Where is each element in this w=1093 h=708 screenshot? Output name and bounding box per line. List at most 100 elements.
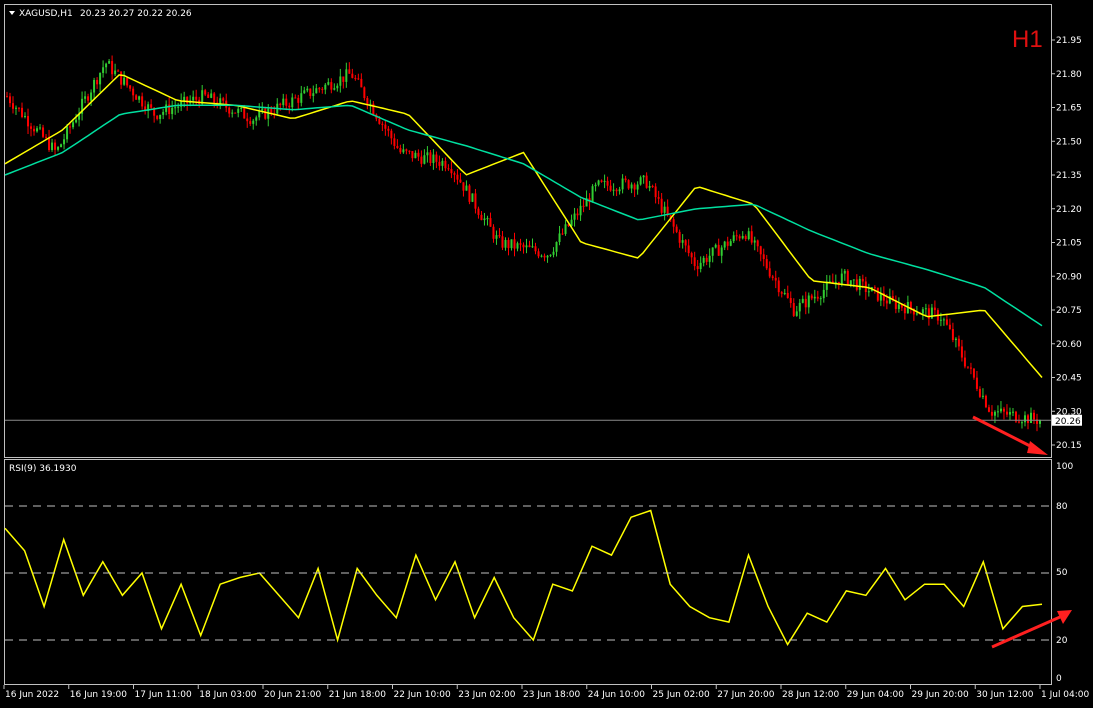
candle-body — [207, 94, 210, 98]
candle-body — [342, 76, 345, 82]
candle-body — [15, 107, 18, 109]
candle-body — [156, 115, 159, 119]
candle-body — [150, 104, 153, 108]
candle-body — [381, 123, 384, 125]
candle-body — [60, 144, 63, 148]
candle-body — [12, 103, 15, 109]
candle-body — [39, 127, 42, 129]
candle-body — [741, 236, 744, 239]
candle-body — [306, 88, 309, 91]
candle-body — [414, 152, 417, 159]
candle-body — [675, 226, 678, 232]
candle-body — [993, 411, 996, 416]
candle-body — [819, 298, 822, 300]
candle-body — [6, 96, 8, 98]
time-tick-label: 23 Jun 18:00 — [523, 690, 580, 700]
candle-body — [108, 61, 111, 64]
price-tick-label: 21.05 — [1056, 239, 1082, 249]
candle-body — [696, 266, 699, 270]
candle-body — [576, 213, 579, 216]
candle-body — [336, 85, 339, 89]
candle-body — [390, 130, 393, 139]
candle-body — [66, 126, 69, 140]
trading-chart[interactable]: 21.95 21.80 21.65 21.50 21.35 21.20 21.05 20.90… — [0, 0, 1093, 708]
candle-body — [744, 236, 747, 240]
candle-body — [1039, 420, 1041, 424]
rsi-tick-label: 80 — [1056, 502, 1068, 512]
candle-body — [477, 208, 480, 215]
candle-body — [933, 307, 936, 311]
candle-body — [21, 107, 24, 117]
candle-body — [1023, 415, 1026, 423]
candle-body — [204, 90, 207, 95]
candle-body — [903, 307, 906, 314]
price-panel[interactable] — [4, 4, 1052, 458]
candle-body — [240, 107, 243, 109]
candle-body — [960, 346, 963, 358]
candle-body — [228, 107, 231, 114]
candle-body — [873, 287, 876, 289]
candle-body — [597, 180, 600, 185]
candle-body — [93, 79, 96, 93]
candle-body — [210, 93, 213, 98]
candle-body — [183, 96, 186, 101]
time-tick-label: 17 Jun 11:00 — [135, 690, 192, 700]
candle-body — [27, 116, 30, 127]
ohlc-readout: 20.23 20.27 20.22 20.26 — [80, 9, 192, 19]
candle-body — [312, 93, 315, 96]
candle-body — [159, 114, 162, 119]
rsi-tick-label: 100 — [1056, 462, 1073, 472]
candle-body — [765, 259, 768, 269]
candle-body — [288, 105, 291, 108]
candle-body — [795, 311, 798, 316]
candle-body — [816, 296, 819, 299]
candle-body — [120, 71, 123, 85]
candle-body — [471, 193, 474, 202]
candle-body — [558, 233, 561, 243]
rsi-label: RSI(9) 36.1930 — [9, 464, 77, 474]
candle-body — [63, 139, 66, 145]
candle-body — [627, 180, 630, 189]
time-tick-label: 16 Jun 19:00 — [70, 690, 127, 700]
candle-body — [750, 231, 753, 243]
candle-body — [213, 93, 216, 103]
candle-body — [723, 241, 726, 248]
candle-body — [384, 124, 387, 129]
candle-body — [357, 78, 360, 80]
candle-body — [234, 112, 237, 114]
candle-body — [624, 178, 627, 181]
candle-body — [126, 77, 129, 86]
candle-body — [195, 96, 198, 100]
candle-body — [300, 93, 303, 103]
candle-body — [318, 88, 321, 90]
candle-body — [705, 257, 708, 262]
candle-body — [756, 240, 759, 247]
candle-body — [735, 235, 738, 237]
time-axis: 16 Jun 2022 16 Jun 19:00 17 Jun 11:00 18 Ju… — [3, 685, 1090, 700]
candle-body — [537, 251, 540, 257]
candle-body — [33, 128, 36, 132]
time-tick-label: 1 Jul 04:00 — [1041, 690, 1090, 700]
candle-body — [447, 168, 450, 170]
candle-body — [72, 122, 75, 128]
candle-body — [465, 185, 468, 191]
candle-body — [330, 82, 333, 90]
candle-body — [801, 298, 804, 303]
candle-body — [513, 239, 516, 249]
candle-body — [732, 235, 735, 242]
rsi-tick-label: 20 — [1056, 636, 1068, 646]
candle-body — [945, 319, 948, 325]
candle-body — [777, 280, 780, 293]
price-tick-label: 21.80 — [1056, 70, 1082, 80]
candle-body — [858, 278, 861, 290]
time-tick-label: 29 Jun 04:00 — [847, 690, 904, 700]
candle-body — [789, 297, 792, 304]
candle-body — [711, 247, 714, 256]
candle-body — [648, 186, 651, 188]
candle-body — [525, 245, 528, 248]
candle-body — [579, 205, 582, 216]
candle-body — [1002, 408, 1005, 412]
last-price-label: 20.26 — [1055, 417, 1081, 427]
rsi-panel[interactable] — [4, 459, 1052, 685]
candle-body — [114, 70, 117, 75]
